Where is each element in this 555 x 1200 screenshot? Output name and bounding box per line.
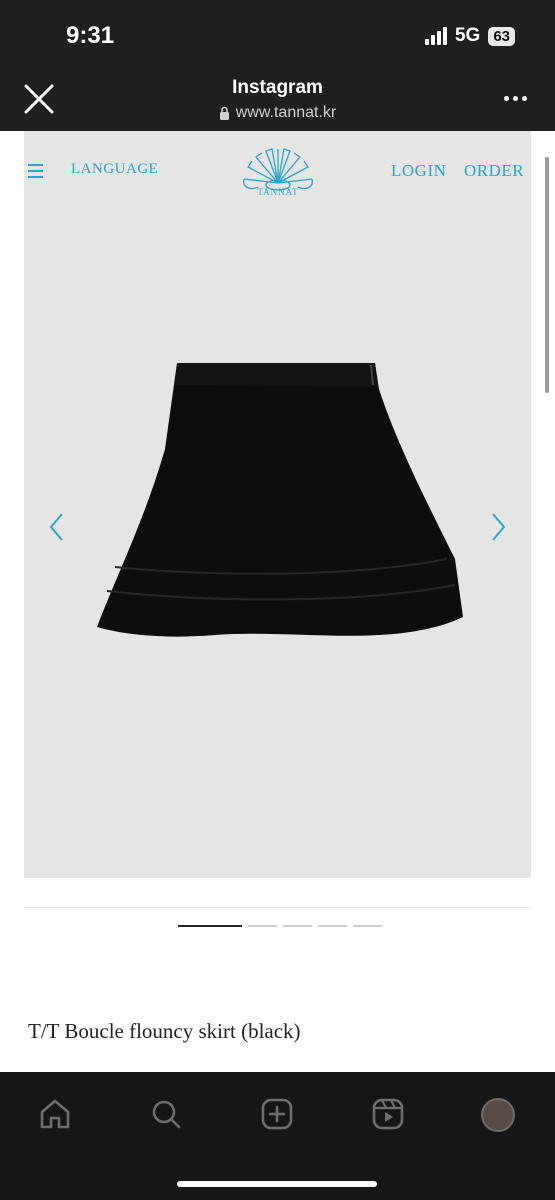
- profile-avatar[interactable]: [481, 1098, 515, 1132]
- product-image[interactable]: [24, 131, 531, 878]
- carousel-pagination: [178, 925, 382, 927]
- carousel-next-icon[interactable]: [487, 511, 509, 543]
- browser-title: Instagram: [232, 77, 323, 98]
- browser-header: 9:31 5G 63 Instagram www.tannat.kr: [0, 0, 555, 131]
- language-link[interactable]: LANGUAGE: [71, 161, 158, 178]
- status-indicators: 5G 63: [424, 25, 515, 47]
- carousel-dot[interactable]: [283, 925, 312, 927]
- divider: [24, 907, 531, 908]
- status-time: 9:31: [66, 22, 115, 49]
- carousel-dot[interactable]: [353, 925, 382, 927]
- carousel-dot[interactable]: [318, 925, 347, 927]
- carousel-prev-icon[interactable]: [46, 511, 68, 543]
- skirt-image: [97, 363, 463, 637]
- signal-icon: [424, 27, 447, 45]
- url-bar[interactable]: www.tannat.kr: [0, 104, 555, 122]
- battery-icon: 63: [488, 26, 515, 46]
- order-link[interactable]: ORDER: [464, 161, 524, 181]
- more-icon[interactable]: [504, 96, 527, 101]
- product-title: T/T Boucle flouncy skirt (black): [28, 1019, 301, 1043]
- search-icon[interactable]: [148, 1096, 184, 1132]
- url-text: www.tannat.kr: [235, 104, 337, 121]
- hamburger-menu-icon[interactable]: [28, 164, 43, 178]
- bottom-tab-bar: [0, 1072, 555, 1200]
- home-indicator[interactable]: [177, 1181, 377, 1187]
- lock-icon: [219, 106, 229, 120]
- carousel-dot[interactable]: [178, 925, 242, 927]
- reels-icon[interactable]: [370, 1096, 406, 1132]
- home-icon[interactable]: [37, 1096, 73, 1132]
- web-content: LANGUAGE TANNAT LOGIN ORDER T/T Boucle f…: [0, 131, 555, 1072]
- site-header: LANGUAGE TANNAT LOGIN ORDER: [0, 131, 555, 211]
- logo-text: TANNAT: [257, 187, 299, 197]
- login-link[interactable]: LOGIN: [391, 161, 446, 181]
- carousel-dot[interactable]: [248, 925, 277, 927]
- network-label: 5G: [454, 25, 481, 46]
- create-icon[interactable]: [259, 1096, 295, 1132]
